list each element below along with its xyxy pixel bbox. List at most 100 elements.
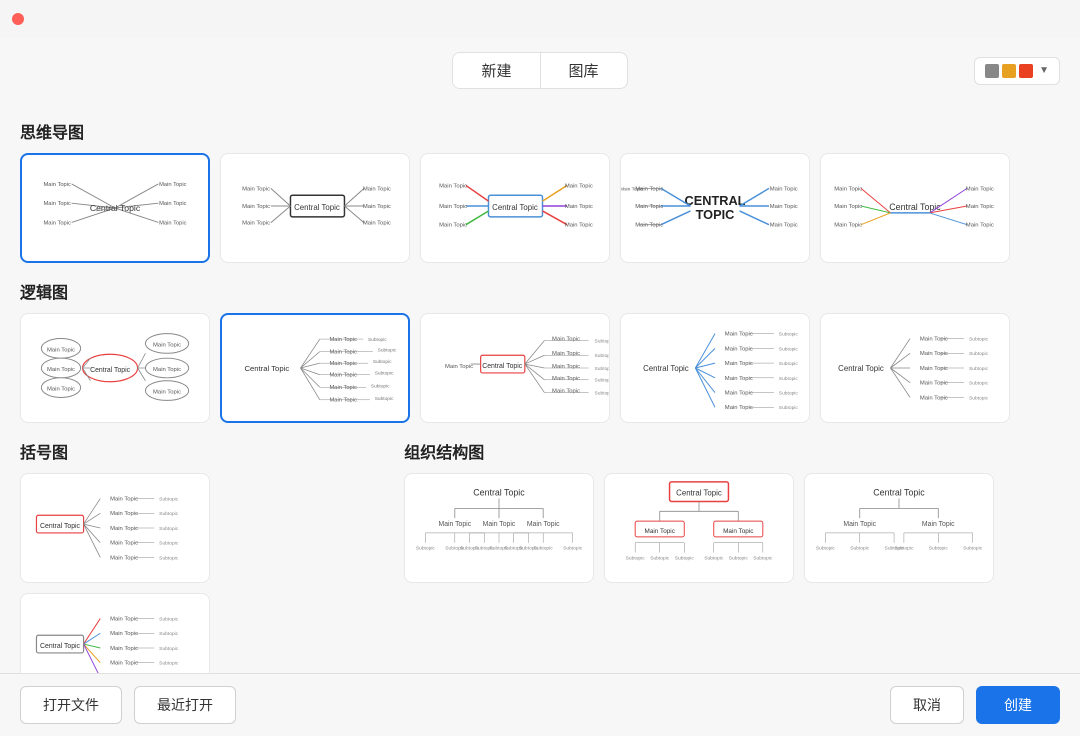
svg-text:Main Topic: Main Topic <box>565 223 593 229</box>
svg-text:Main Topic: Main Topic <box>552 337 580 343</box>
svg-text:Main Topic: Main Topic <box>110 541 138 547</box>
tab-new[interactable]: 新建 <box>453 53 539 88</box>
swatch-orange <box>1002 64 1016 78</box>
svg-text:Subtopic: Subtopic <box>460 546 480 552</box>
org-card-1[interactable]: Central Topic Main Topic Main Topic Main… <box>404 473 594 583</box>
svg-text:Subtopic: Subtopic <box>729 555 749 561</box>
recent-button[interactable]: 最近打开 <box>134 686 236 724</box>
svg-text:Subtopic: Subtopic <box>371 383 390 389</box>
mindmap-svg-1: Central Topic Main Topic Main Topic Main… <box>22 155 208 261</box>
svg-text:Central Topic: Central Topic <box>90 367 130 374</box>
tab-library[interactable]: 图库 <box>541 53 627 88</box>
svg-text:Main Topic: Main Topic <box>329 337 357 343</box>
mindmap-card-2[interactable]: Central Topic Main Topic Main Topic Main… <box>220 153 410 263</box>
bracket-card-1[interactable]: Central Topic Main Topic Main Topic Main… <box>20 473 210 583</box>
svg-text:Subtopic: Subtopic <box>159 511 179 517</box>
svg-text:Subtopic: Subtopic <box>378 348 397 354</box>
svg-text:Subtopic: Subtopic <box>779 332 799 338</box>
chevron-down-icon: ▼ <box>1039 65 1049 76</box>
content-area: 思维导图 Central Topic Main Topic Main Topic… <box>0 103 1080 673</box>
svg-text:Main Topic: Main Topic <box>966 186 994 192</box>
bracket-card-2[interactable]: Central Topic Main Topic Main Topic Main… <box>20 593 210 673</box>
svg-text:Subtopic: Subtopic <box>963 546 983 552</box>
svg-text:Central Topic: Central Topic <box>294 203 340 212</box>
org-svg-2: Central Topic Main Topic Main Topic <box>605 474 793 582</box>
svg-text:Main Topic: Main Topic <box>329 361 357 367</box>
svg-text:Subtopic: Subtopic <box>595 366 609 372</box>
svg-text:Main Topic: Main Topic <box>363 221 391 227</box>
svg-text:Subtopic: Subtopic <box>373 359 392 365</box>
svg-text:Central Topic: Central Topic <box>90 203 141 213</box>
svg-text:Subtopic: Subtopic <box>416 546 436 552</box>
svg-text:Main Topic: Main Topic <box>920 351 948 357</box>
mindmap-svg-5: Central Topic Main Topic Main Topic Main… <box>821 154 1009 262</box>
swatch-red <box>1019 64 1033 78</box>
svg-text:Main Topic: Main Topic <box>110 661 138 667</box>
svg-text:Subtopic: Subtopic <box>534 546 554 552</box>
svg-text:Subtopic: Subtopic <box>969 351 989 357</box>
svg-text:Main Topic: Main Topic <box>966 204 994 210</box>
logic-svg-5: Central Topic Main Topic Main Topic Main… <box>821 314 1009 422</box>
svg-text:Main Topic: Main Topic <box>110 617 138 623</box>
logic-card-3[interactable]: Central Topic Main Topic Main Topic Main… <box>420 313 610 423</box>
create-button[interactable]: 创建 <box>976 686 1060 724</box>
svg-text:Main Topic: Main Topic <box>439 521 472 528</box>
svg-text:Main Topic: Main Topic <box>329 350 357 356</box>
svg-text:Central Topic: Central Topic <box>244 364 289 373</box>
svg-text:Central Topic: Central Topic <box>40 523 80 530</box>
mindmap-card-5[interactable]: Central Topic Main Topic Main Topic Main… <box>820 153 1010 263</box>
svg-text:Main Topic: Main Topic <box>723 528 754 535</box>
bracket-grid: Central Topic Main Topic Main Topic Main… <box>20 473 384 673</box>
cancel-button[interactable]: 取消 <box>890 686 964 724</box>
section-title-logic: 逻辑图 <box>20 279 1060 303</box>
top-bar: 新建 图库 ▼ <box>0 38 1080 103</box>
svg-text:Main Topic: Main Topic <box>159 182 187 188</box>
open-file-button[interactable]: 打开文件 <box>20 686 122 724</box>
svg-text:Main Topic: Main Topic <box>834 223 862 229</box>
mindmap-card-4[interactable]: CENTRAL TOPIC Main Topic Main Topic Main… <box>620 153 810 263</box>
svg-text:Main Topic: Main Topic <box>844 521 877 528</box>
svg-text:Main Topic: Main Topic <box>770 204 798 210</box>
color-picker-button[interactable]: ▼ <box>974 57 1060 85</box>
svg-text:Main Topic: Main Topic <box>47 367 75 373</box>
logic-svg-4: Central Topic Main Topic Main Topic Main… <box>621 314 809 422</box>
logic-svg-1: Central Topic Main Topic Main Topic Main… <box>21 314 209 422</box>
logic-card-2[interactable]: Central Topic Main Topic Main Topic Main… <box>220 313 410 423</box>
svg-text:Subtopic: Subtopic <box>159 526 179 532</box>
svg-text:Main Topic: Main Topic <box>110 497 138 503</box>
svg-text:Subtopic: Subtopic <box>969 381 989 387</box>
org-svg-1: Central Topic Main Topic Main Topic Main… <box>405 474 593 582</box>
svg-text:Main Topic: Main Topic <box>770 186 798 192</box>
logic-card-1[interactable]: Central Topic Main Topic Main Topic Main… <box>20 313 210 423</box>
title-bar <box>0 0 1080 38</box>
traffic-light-close[interactable] <box>12 13 24 25</box>
org-card-3[interactable]: Central Topic Main Topic Main Topic Su <box>804 473 994 583</box>
svg-text:Subtopic: Subtopic <box>704 555 724 561</box>
svg-text:Main Topic: Main Topic <box>439 183 467 189</box>
svg-text:Subtopic: Subtopic <box>969 337 989 343</box>
section-title-mindmap: 思维导图 <box>20 119 1060 143</box>
mindmap-svg-2: Central Topic Main Topic Main Topic Main… <box>221 154 409 262</box>
svg-text:Main Topic: Main Topic <box>725 391 753 397</box>
mindmap-card-1[interactable]: Central Topic Main Topic Main Topic Main… <box>20 153 210 263</box>
svg-text:Subtopic: Subtopic <box>159 661 179 667</box>
svg-text:Main Topic: Main Topic <box>110 631 138 637</box>
svg-text:Main Topic: Main Topic <box>110 526 138 532</box>
color-swatches <box>985 64 1033 78</box>
svg-text:Main Topic: Main Topic <box>110 555 138 561</box>
svg-text:Subtopic: Subtopic <box>969 366 989 372</box>
mindmap-svg-4: CENTRAL TOPIC Main Topic Main Topic Main… <box>621 154 809 262</box>
logic-card-5[interactable]: Central Topic Main Topic Main Topic Main… <box>820 313 1010 423</box>
logic-card-4[interactable]: Central Topic Main Topic Main Topic Main… <box>620 313 810 423</box>
svg-text:Subtopic: Subtopic <box>375 371 394 377</box>
svg-text:Main Topic: Main Topic <box>47 347 75 353</box>
svg-text:Subtopic: Subtopic <box>159 646 179 652</box>
mindmap-card-3[interactable]: Central Topic Main Topic Main Topic Main… <box>420 153 610 263</box>
svg-text:Subtopic: Subtopic <box>504 546 524 552</box>
svg-text:Main Topic: Main Topic <box>329 385 357 391</box>
svg-text:Subtopic: Subtopic <box>563 546 583 552</box>
svg-text:Main Topic: Main Topic <box>43 201 71 207</box>
svg-text:Main Topic: Main Topic <box>445 364 473 370</box>
svg-text:Subtopic: Subtopic <box>595 378 609 384</box>
org-card-2[interactable]: Central Topic Main Topic Main Topic <box>604 473 794 583</box>
